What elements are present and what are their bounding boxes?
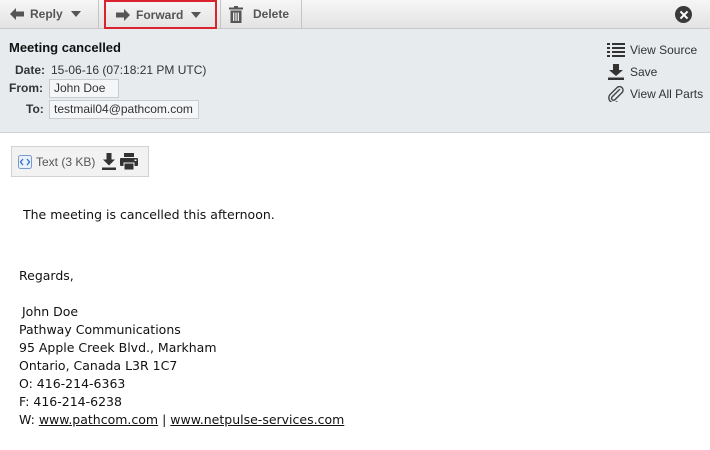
message-regards: Regards, [19, 268, 74, 283]
message-subject: Meeting cancelled [9, 40, 121, 55]
download-icon [608, 64, 624, 80]
pathcom-link[interactable]: www.pathcom.com [39, 412, 158, 427]
toolbar-divider [98, 0, 99, 29]
toolbar-divider [301, 0, 302, 29]
arrow-right-icon [116, 8, 130, 21]
to-address[interactable]: testmail04@pathcom.com [49, 100, 199, 119]
view-source-label: View Source [630, 43, 698, 57]
forward-label: Forward [136, 7, 184, 22]
text-file-icon[interactable] [18, 154, 32, 169]
email-signature: John Doe Pathway Communications 95 Apple… [19, 303, 344, 429]
from-address[interactable]: John Doe [49, 79, 119, 98]
signature-web-prefix: W: [19, 412, 39, 427]
list-icon [607, 43, 625, 57]
view-all-parts-label: View All Parts [630, 87, 704, 101]
save-label: Save [630, 65, 658, 79]
message-body-line: The meeting is cancelled this afternoon. [23, 207, 275, 222]
close-icon[interactable] [675, 6, 692, 23]
signature-web: W: www.pathcom.com | www.netpulse-servic… [19, 411, 344, 429]
signature-fax: F: 416-214-6238 [19, 394, 122, 409]
attachment-item: Text (3 KB) [11, 146, 149, 177]
reply-label: Reply [30, 7, 63, 21]
arrow-left-icon [10, 8, 24, 20]
attachment-label[interactable]: Text (3 KB) [36, 155, 95, 169]
netpulse-link[interactable]: www.netpulse-services.com [170, 412, 344, 427]
date-value: 15-06-16 (07:18:21 PM UTC) [51, 63, 207, 77]
signature-company: Pathway Communications [19, 322, 181, 337]
printer-icon[interactable] [120, 153, 139, 170]
reply-button[interactable]: Reply [10, 0, 81, 28]
view-all-parts-link[interactable]: View All Parts [607, 83, 703, 105]
paperclip-icon [608, 86, 624, 102]
download-icon[interactable] [101, 153, 117, 170]
save-link[interactable]: Save [607, 61, 703, 83]
message-actions: View Source Save View All Parts [607, 39, 703, 105]
forward-button[interactable]: Forward [104, 0, 217, 29]
from-label: From: [9, 81, 43, 95]
signature-phone: O: 416-214-6363 [19, 376, 126, 391]
to-label: To: [26, 102, 44, 116]
date-label: Date: [15, 63, 46, 77]
signature-separator: | [158, 412, 171, 427]
toolbar-divider [220, 0, 221, 29]
signature-address-line1: 95 Apple Creek Blvd., Markham [19, 340, 217, 355]
chevron-down-icon[interactable] [191, 11, 202, 18]
message-toolbar: Reply Forward Delete [0, 0, 710, 29]
trash-icon [229, 5, 243, 23]
message-header: Meeting cancelled Date: 15-06-16 (07:18:… [0, 29, 710, 133]
delete-label: Delete [253, 7, 290, 21]
signature-address-line2: Ontario, Canada L3R 1C7 [19, 358, 178, 373]
signature-name: John Doe [22, 304, 79, 319]
chevron-down-icon[interactable] [70, 11, 81, 17]
delete-button[interactable]: Delete [229, 0, 289, 28]
view-source-link[interactable]: View Source [607, 39, 703, 61]
